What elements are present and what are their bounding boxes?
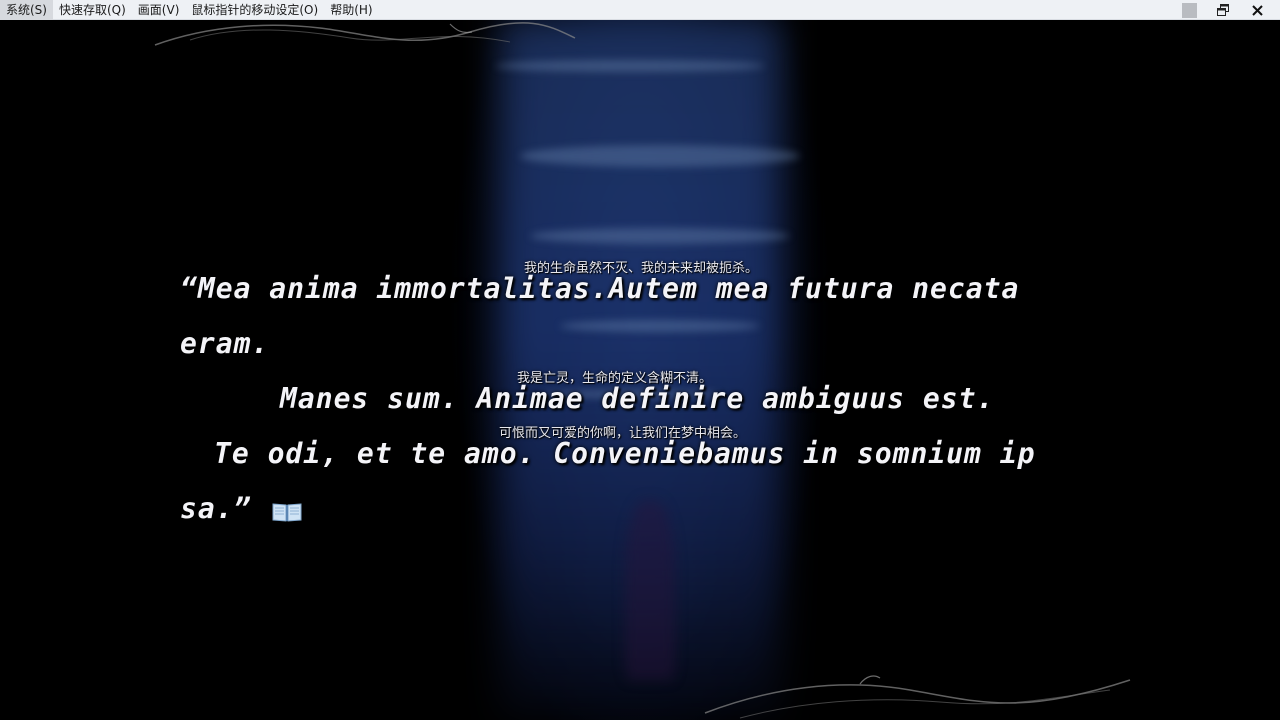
ghost-figure	[625, 500, 675, 680]
window-controls	[1178, 0, 1280, 20]
minimize-icon	[1181, 2, 1197, 18]
game-scene[interactable]: 我的生命虽然不灭、我的未来却被扼杀。 “Mea anima immortalit…	[0, 20, 1280, 720]
bottom-ornament	[704, 675, 1131, 719]
minimize-button[interactable]	[1178, 1, 1200, 19]
menu-bar: 系统(S) 快速存取(Q) 画面(V) 鼠标指针的移动设定(O) 帮助(H)	[0, 0, 1280, 20]
close-button[interactable]	[1246, 1, 1268, 19]
water-streak	[495, 60, 765, 72]
water-streak	[530, 228, 790, 244]
dialogue-line-1: “Mea anima immortalitas.Autem mea futura…	[180, 272, 1020, 305]
dialogue-line-4: Te odi, et te amo. Conveniebamus in somn…	[214, 437, 1036, 470]
water-streak	[520, 145, 800, 167]
dialogue-line-3: Manes sum. Animae definire ambiguus est.	[280, 382, 995, 415]
menu-mouse-settings[interactable]: 鼠标指针的移动设定(O)	[185, 0, 324, 20]
restore-button[interactable]	[1212, 1, 1234, 19]
menu-system[interactable]: 系统(S)	[0, 0, 53, 20]
menu-quick-save[interactable]: 快速存取(Q)	[53, 0, 132, 20]
book-icon[interactable]	[271, 501, 303, 523]
menu-help[interactable]: 帮助(H)	[324, 0, 378, 20]
water-streak	[560, 320, 760, 332]
restore-icon	[1217, 4, 1229, 16]
dialogue-line-5: sa.”	[180, 492, 252, 525]
top-ornament	[154, 22, 576, 46]
close-icon	[1251, 4, 1263, 16]
dialogue-line-2: eram.	[180, 327, 270, 360]
menu-screen[interactable]: 画面(V)	[132, 0, 186, 20]
